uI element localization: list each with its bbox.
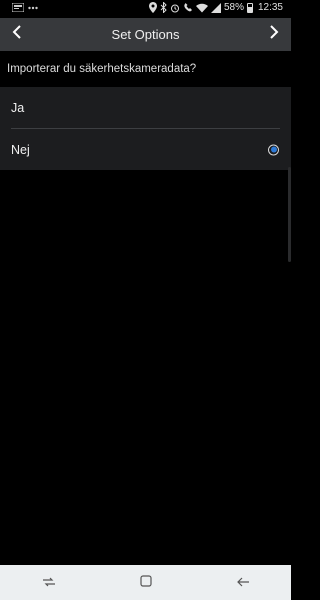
wifi-icon <box>195 3 208 13</box>
home-button[interactable] <box>126 568 166 598</box>
chevron-left-icon <box>12 25 22 44</box>
chevron-right-icon <box>269 25 279 44</box>
notification-icon <box>12 3 24 12</box>
bluetooth-icon <box>160 2 167 13</box>
scroll-indicator[interactable] <box>288 167 291 262</box>
signal-icon <box>210 2 221 13</box>
back-arrow-icon <box>236 574 250 592</box>
option-label: Nej <box>11 142 30 157</box>
forward-button[interactable] <box>259 18 289 51</box>
option-nej[interactable]: Nej <box>0 129 291 170</box>
recents-icon <box>42 574 56 592</box>
back-button[interactable] <box>2 18 32 51</box>
option-label: Ja <box>11 100 25 115</box>
recents-button[interactable] <box>29 568 69 598</box>
battery-icon <box>246 2 253 13</box>
back-nav-button[interactable] <box>223 568 263 598</box>
status-bar: 58% 12:35 <box>0 0 291 18</box>
wifi-calling-icon <box>183 2 193 13</box>
question-label: Importerar du säkerhetskameradata? <box>0 51 291 87</box>
page-title: Set Options <box>111 27 180 42</box>
alarm-icon <box>170 3 180 13</box>
location-icon <box>148 2 157 13</box>
option-ja[interactable]: Ja <box>0 87 291 128</box>
radio-selected[interactable] <box>268 144 279 155</box>
radio-dot <box>270 146 277 153</box>
home-icon <box>139 574 152 592</box>
clock: 12:35 <box>257 2 283 13</box>
app-header: Set Options <box>0 18 291 51</box>
more-notifications-icon <box>28 6 38 10</box>
options-list: Ja Nej <box>0 87 291 170</box>
battery-percent: 58% <box>223 2 244 13</box>
system-nav-bar <box>0 565 291 600</box>
